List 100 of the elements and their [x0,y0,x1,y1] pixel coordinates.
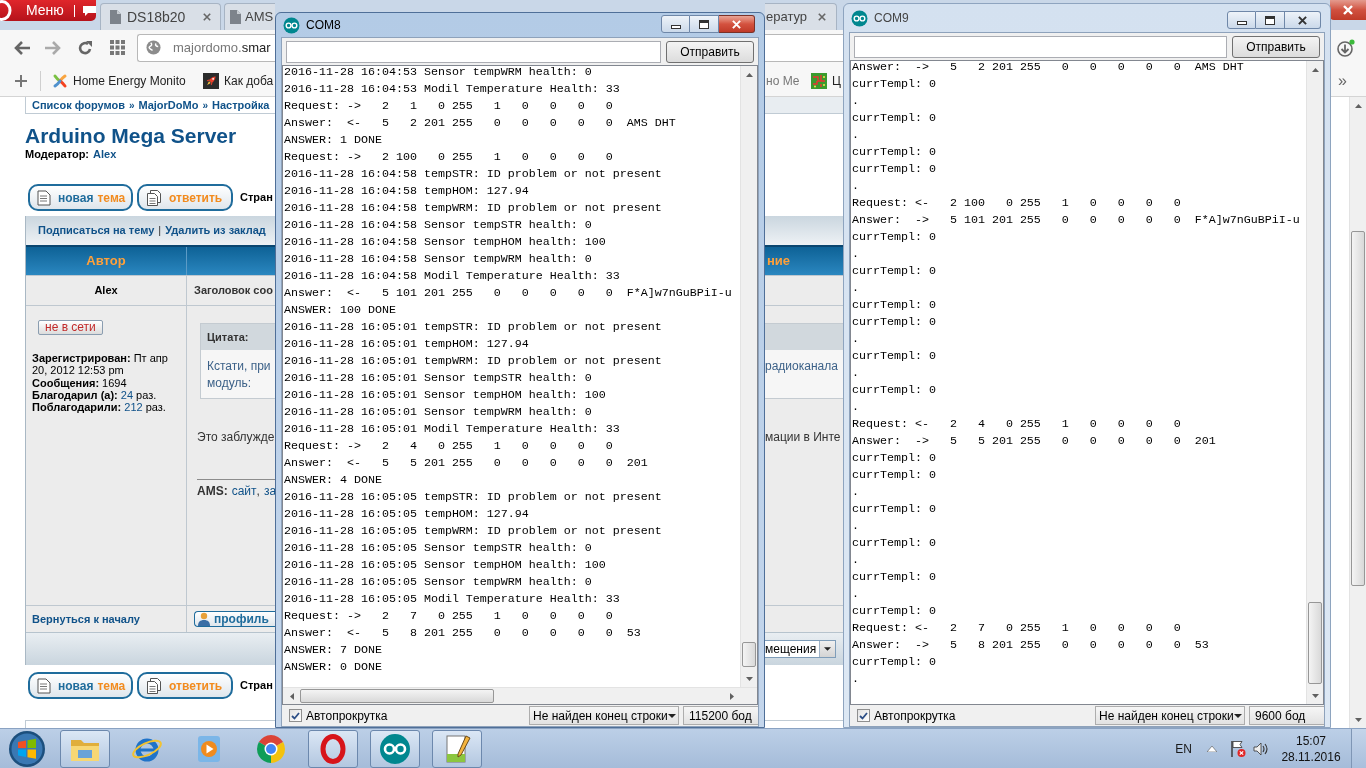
log-line: 2016-11-28 16:05:01 tempWRM: ID problem or not present [284,354,662,368]
taskbar-button[interactable] [60,729,110,768]
grid-icon[interactable] [110,40,125,55]
back-icon[interactable] [13,39,31,56]
log-line: . [852,587,859,601]
log-line: . [852,332,859,346]
line-ending-select[interactable]: Не найден конец строки [529,706,679,725]
message-input[interactable] [286,40,661,63]
quote-text: Кстати, при [207,359,271,373]
back-to-top-link[interactable]: Вернуться к началу [32,610,140,628]
log-line: Request: -> 2 100 0 255 1 0 0 0 0 [284,150,613,164]
download-icon[interactable] [1337,38,1355,57]
log-line: 2016-11-28 16:04:58 Sensor tempHOM health: 100 [284,235,606,249]
menu-button[interactable]: Меню [0,0,96,21]
address-field[interactable] [765,33,843,62]
profile-button[interactable]: профиль [194,611,275,627]
speaker-icon[interactable] [1253,740,1269,757]
log-line: 2016-11-28 16:05:01 Sensor tempSTR health: 0 [284,371,592,385]
log-line: 2016-11-28 16:05:05 Modil Temperature Health: 33 [284,592,620,606]
taskbar-button[interactable] [370,729,420,768]
breadcrumb-link[interactable]: Список форумов [32,96,125,114]
log-line: Answer: -> 5 101 201 255 0 0 0 0 0 F*A]w7nGuBPiI-u [852,213,1300,227]
breadcrumb-link[interactable]: MajorDoMo [138,96,199,114]
browser-tab[interactable]: ератур [765,3,837,30]
close-icon [1343,5,1353,15]
log-line: Request: -> 2 4 0 255 1 0 0 0 0 [284,439,613,453]
baud-select[interactable]: 9600 бод [1249,706,1324,725]
arrow-down-icon [745,676,753,681]
stat-link[interactable]: 212 [124,401,143,414]
signature-link[interactable]: сайт [231,484,257,499]
more-bookmarks-button[interactable]: » [1338,71,1347,90]
browser-tab[interactable]: AMS [224,3,275,30]
bookmark[interactable]: Ц [811,70,841,91]
reload-icon[interactable] [77,39,93,56]
minimize-button[interactable] [1227,11,1256,29]
subscribe-link[interactable]: Подписаться на тему [38,222,155,239]
maximize-icon [1265,15,1275,25]
o-letter-icon [0,0,14,21]
close-button[interactable] [1330,0,1366,20]
bookmark[interactable]: Home Energy Monito [52,70,197,91]
scrollbar-thumb[interactable] [1308,602,1322,684]
scrollbar-thumb[interactable] [300,689,494,703]
log-line: Request: <- 2 100 0 255 1 0 0 0 0 [852,196,1181,210]
plus-icon[interactable] [15,74,27,87]
documents-icon [146,677,162,694]
close-button[interactable] [719,15,755,33]
log-line: 2016-11-28 16:04:58 tempHOM: 127.94 [284,184,529,198]
document-icon [37,189,51,206]
log-line: currTempl: 0 [852,230,936,244]
breadcrumb-link[interactable]: Настройка [212,96,270,114]
flag-icon[interactable] [1230,739,1246,758]
send-button[interactable]: Отправить [1232,35,1320,58]
browser-tab[interactable]: DS18b20 [100,3,221,30]
caret-down-icon [667,713,676,718]
document-icon [37,677,51,694]
arrow-down-icon [1354,717,1362,722]
log-line: . [852,179,859,193]
caret-up-icon[interactable] [1207,745,1217,752]
line-ending-select[interactable]: Не найден конец строки [1095,706,1245,725]
start-button[interactable] [6,729,48,768]
log-line: ANSWER: 100 DONE [284,303,396,317]
log-line: Request: <- 2 4 0 255 1 0 0 0 0 [852,417,1181,431]
taskbar-button[interactable] [432,729,482,768]
bookmark[interactable]: но Ме [766,70,802,91]
minimize-icon [670,24,681,29]
baud-select[interactable]: 115200 бод [683,706,758,725]
checkmark-icon [291,711,300,720]
message-input[interactable] [854,35,1227,58]
remove-bookmark-link[interactable]: Удалить из заклад [165,222,266,239]
maximize-icon [699,19,709,29]
bookmark[interactable]: Как доба [203,70,274,91]
globe-icon [146,40,161,55]
log-line: . [852,519,859,533]
language-indicator[interactable]: EN [1175,739,1192,758]
forward-icon[interactable] [44,39,62,56]
clock-time[interactable]: 15:07 [1296,732,1326,749]
maximize-button[interactable] [690,15,719,33]
scrollbar-thumb[interactable] [742,642,756,667]
autoscroll-checkbox[interactable] [857,709,870,722]
autoscroll-checkbox[interactable] [289,709,302,722]
address-field[interactable]: majordomo.smar [137,33,275,62]
stat-link[interactable]: 24 [120,388,133,401]
profile-stat: Поблагодарили: 212 раз. [32,401,166,414]
maximize-button[interactable] [1256,11,1285,29]
new-topic-button[interactable]: новая тема [28,184,133,211]
log-line: 2016-11-28 16:05:01 tempHOM: 127.94 [284,337,529,351]
new-topic-button[interactable]: новая тема [28,672,133,699]
arrow-down-icon [1311,693,1319,698]
close-button[interactable] [1285,11,1321,29]
minimize-icon [1236,20,1247,25]
clock-date[interactable]: 28.11.2016 [1281,748,1341,765]
breadcrumb-separator: » [202,98,208,113]
minimize-button[interactable] [661,15,690,33]
taskbar-button[interactable] [308,729,358,768]
scrollbar-thumb[interactable] [1351,231,1365,586]
breadcrumb-separator: » [128,98,135,113]
moderator-link[interactable]: Alex [93,148,117,160]
arrow-up-icon [745,72,753,77]
sort-select[interactable]: мещения [765,640,836,658]
send-button[interactable]: Отправить [666,40,754,63]
